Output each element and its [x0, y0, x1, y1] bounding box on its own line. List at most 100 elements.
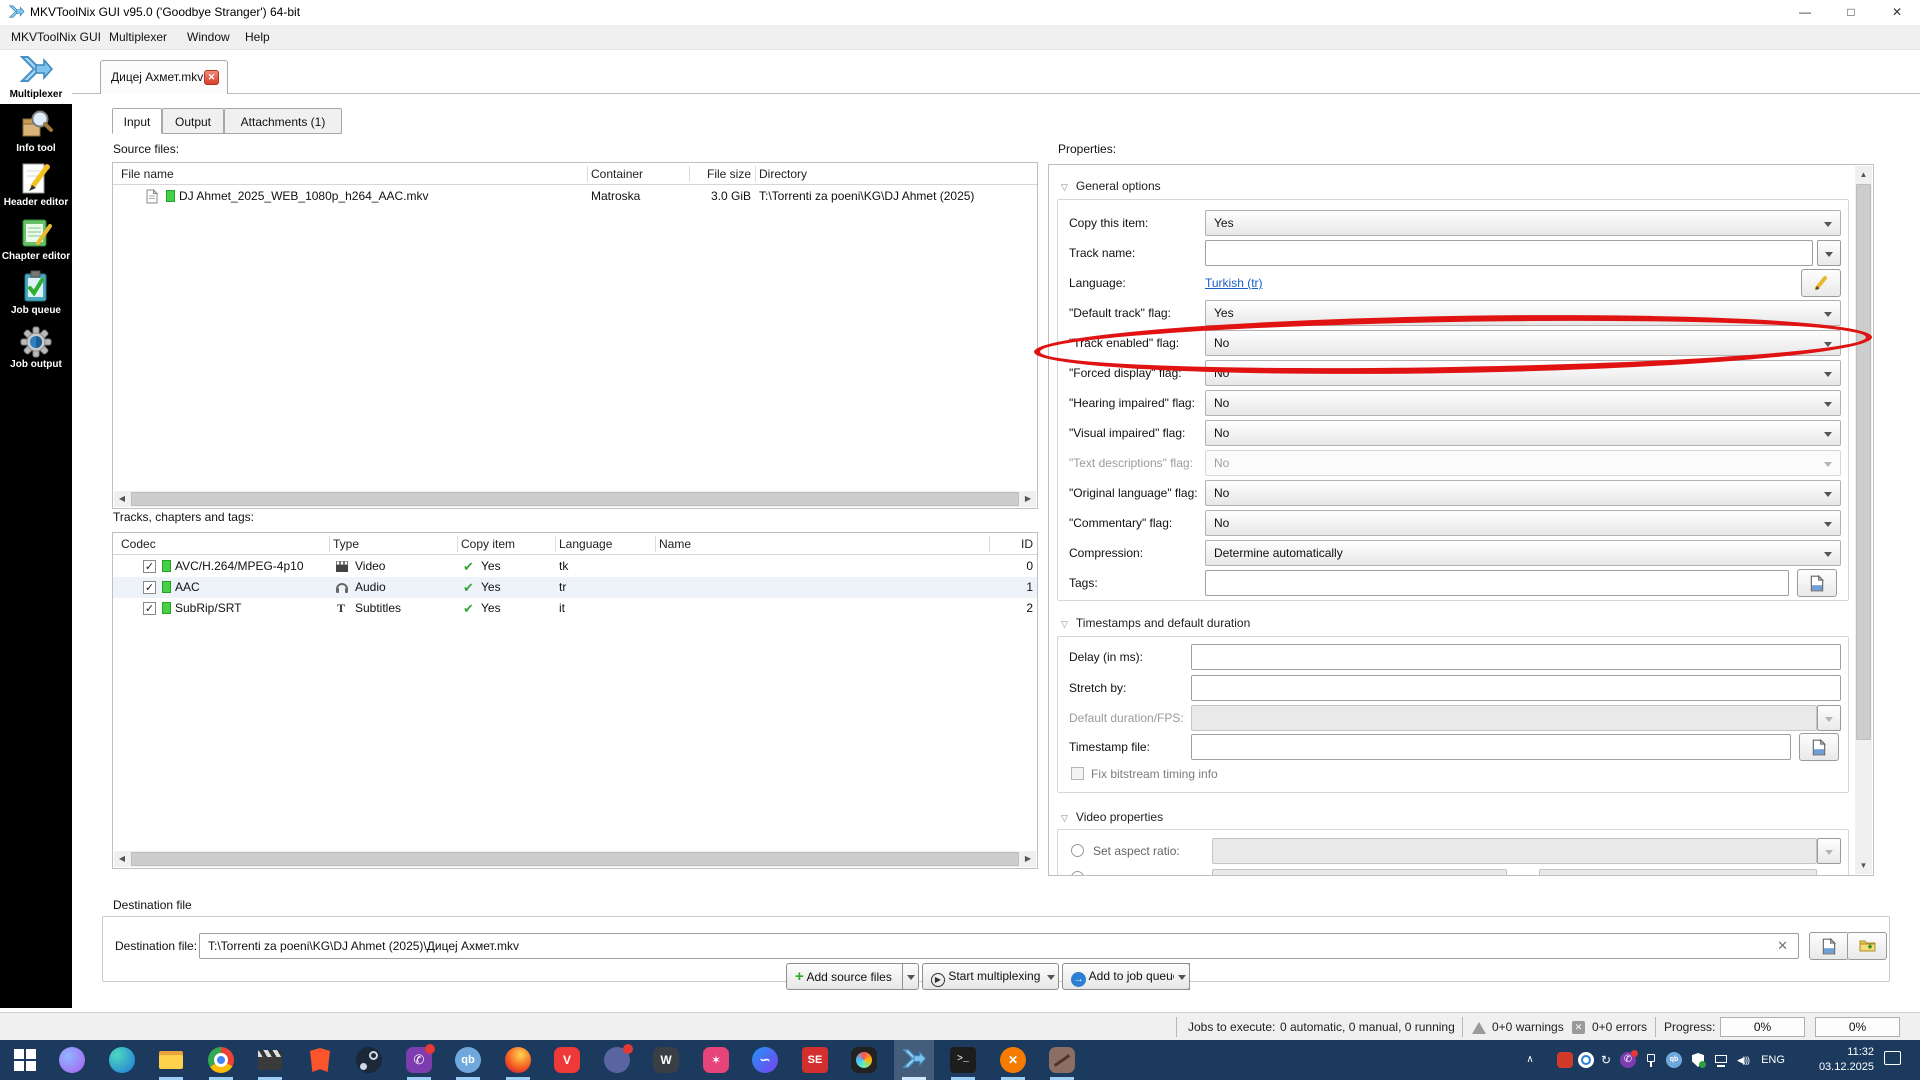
track-row-subtitles[interactable]: ✓ SubRip/SRT T Subtitles ✔ Yes it 2 — [113, 598, 1037, 619]
tray-sync-icon[interactable]: ↻ — [1598, 1052, 1614, 1068]
col-language[interactable]: Language — [559, 533, 612, 555]
source-files-hscrollbar[interactable]: ◀ ▶ — [114, 491, 1036, 507]
start-button[interactable] — [0, 1040, 48, 1080]
add-to-job-queue-button[interactable]: → Add to job queue — [1062, 963, 1191, 990]
notifications-icon[interactable] — [1884, 1051, 1901, 1065]
col-file-size[interactable]: File size — [689, 163, 751, 185]
tray-app-red-icon[interactable] — [1557, 1052, 1573, 1068]
destination-folder-button[interactable] — [1847, 932, 1887, 960]
col-id[interactable]: ID — [993, 533, 1033, 555]
general-options-header[interactable]: ▽ General options — [1061, 179, 1161, 193]
edge-icon[interactable] — [109, 1047, 135, 1073]
tray-viber-icon[interactable]: ✆ — [1620, 1050, 1638, 1068]
add-source-files-button[interactable]: + Add source files — [786, 963, 903, 990]
copy-checkbox[interactable]: ✓ — [143, 581, 156, 594]
scrollbar-thumb[interactable] — [131, 492, 1019, 506]
tab-close-icon[interactable]: ✕ — [204, 70, 219, 85]
col-container[interactable]: Container — [591, 163, 643, 185]
language-indicator[interactable]: ENG — [1758, 1052, 1788, 1068]
compression-select[interactable]: Determine automatically — [1205, 540, 1841, 566]
tray-blue-app-icon[interactable] — [1578, 1052, 1594, 1068]
scroll-right-icon[interactable]: ▶ — [1020, 491, 1036, 507]
track-name-dropdown-button[interactable] — [1817, 240, 1841, 266]
source-file-row[interactable]: DJ Ahmet_2025_WEB_1080p_h264_AAC.mkv Mat… — [113, 186, 1037, 207]
tab-attachments[interactable]: Attachments (1) — [224, 108, 342, 134]
start-multiplexing-button[interactable]: ▶ Start multiplexing — [922, 963, 1052, 990]
tray-qbittorrent-icon[interactable]: qb — [1666, 1052, 1682, 1068]
scroll-left-icon[interactable]: ◀ — [114, 491, 130, 507]
close-button[interactable]: ✕ — [1874, 0, 1920, 25]
col-name[interactable]: Name — [659, 533, 691, 555]
timestamp-file-input[interactable] — [1191, 734, 1791, 760]
messenger-icon[interactable]: ∽ — [752, 1047, 778, 1073]
copilot-icon[interactable] — [59, 1047, 85, 1073]
viber-icon[interactable]: ✆ — [406, 1044, 435, 1073]
qbittorrent-icon[interactable]: qb — [455, 1047, 481, 1073]
clear-destination-icon[interactable]: ✕ — [1777, 934, 1788, 958]
maximize-button[interactable]: □ — [1828, 0, 1874, 25]
track-enabled-flag-select[interactable]: No — [1205, 330, 1841, 356]
sidebar-item-header-editor[interactable]: Header editor — [0, 158, 72, 212]
clock[interactable]: 11:32 03.12.2025 — [1798, 1044, 1874, 1076]
visual-impaired-flag-select[interactable]: No — [1205, 420, 1841, 446]
media-app-icon[interactable]: ✶ — [703, 1047, 729, 1073]
guitar-app-icon[interactable] — [1049, 1047, 1075, 1073]
add-source-files-dropdown[interactable] — [903, 963, 919, 990]
davinci-resolve-icon[interactable] — [851, 1047, 877, 1073]
track-name-input[interactable] — [1205, 240, 1813, 266]
clapperboard-icon[interactable] — [257, 1047, 283, 1073]
video-properties-header[interactable]: ▽ Video properties — [1061, 810, 1163, 824]
sidebar-item-chapter-editor[interactable]: Chapter editor — [0, 212, 72, 266]
discord-icon[interactable] — [604, 1044, 633, 1073]
menu-help[interactable]: Help — [236, 25, 279, 50]
col-type[interactable]: Type — [333, 533, 359, 555]
steam-icon[interactable] — [356, 1047, 382, 1073]
copy-checkbox[interactable]: ✓ — [143, 602, 156, 615]
sidebar-item-job-output[interactable]: Job output — [0, 320, 72, 374]
scrollbar-thumb[interactable] — [1856, 184, 1871, 740]
commentary-flag-select[interactable]: No — [1205, 510, 1841, 536]
tags-browse-button[interactable] — [1797, 569, 1837, 597]
firefox-icon[interactable] — [505, 1047, 531, 1073]
start-multiplexing-dropdown[interactable] — [1043, 963, 1059, 990]
forced-display-flag-select[interactable]: No — [1205, 360, 1841, 386]
destination-file-input[interactable]: T:\Torrenti za poeni\KG\DJ Ahmet (2025)\… — [199, 933, 1799, 959]
tray-volume-icon[interactable]: ◀))) — [1735, 1052, 1751, 1068]
vivaldi-icon[interactable]: V — [554, 1047, 580, 1073]
language-link[interactable]: Turkish (tr) — [1205, 276, 1263, 290]
windscribe-icon[interactable]: W — [653, 1047, 679, 1073]
col-codec[interactable]: Codec — [121, 533, 156, 555]
default-track-flag-select[interactable]: Yes — [1205, 300, 1841, 326]
scrollbar-thumb[interactable] — [131, 852, 1019, 866]
timestamp-file-browse-button[interactable] — [1799, 733, 1839, 761]
file-explorer-icon[interactable] — [158, 1047, 184, 1073]
delay-input[interactable] — [1191, 644, 1841, 670]
col-copy-item[interactable]: Copy item — [461, 533, 515, 555]
add-to-job-queue-dropdown[interactable] — [1174, 963, 1190, 990]
browse-destination-button[interactable] — [1809, 932, 1849, 960]
scroll-left-icon[interactable]: ◀ — [114, 851, 130, 867]
original-language-flag-select[interactable]: No — [1205, 480, 1841, 506]
menu-multiplexer[interactable]: Multiplexer — [100, 25, 176, 50]
sidebar-item-job-queue[interactable]: Job queue — [0, 266, 72, 320]
mkvtoolnix-taskbar-icon[interactable] — [901, 1047, 927, 1073]
scroll-up-icon[interactable]: ▲ — [1855, 166, 1872, 183]
brave-icon[interactable] — [307, 1047, 333, 1073]
tray-security-shield-icon[interactable] — [1690, 1052, 1706, 1068]
edit-language-button[interactable] — [1801, 269, 1841, 297]
terminal-icon[interactable]: >_ — [950, 1047, 976, 1073]
col-file-name[interactable]: File name — [121, 163, 174, 185]
document-tab[interactable]: Дицеј Ахмет.mkv ✕ — [100, 60, 228, 94]
properties-vscrollbar[interactable]: ▲ ▼ — [1855, 166, 1872, 874]
tags-input[interactable] — [1205, 570, 1789, 596]
scroll-right-icon[interactable]: ▶ — [1020, 851, 1036, 867]
copy-this-item-select[interactable]: Yes — [1205, 210, 1841, 236]
col-directory[interactable]: Directory — [759, 163, 807, 185]
tray-network-icon[interactable] — [1713, 1052, 1729, 1068]
tab-output[interactable]: Output — [162, 108, 224, 134]
se-app-icon[interactable]: SE — [802, 1047, 828, 1073]
tracks-hscrollbar[interactable]: ◀ ▶ — [114, 851, 1036, 867]
menu-mkvtoolnix-gui[interactable]: MKVToolNix GUI — [2, 25, 110, 50]
tray-usb-icon[interactable] — [1643, 1052, 1659, 1068]
stretch-by-input[interactable] — [1191, 675, 1841, 701]
